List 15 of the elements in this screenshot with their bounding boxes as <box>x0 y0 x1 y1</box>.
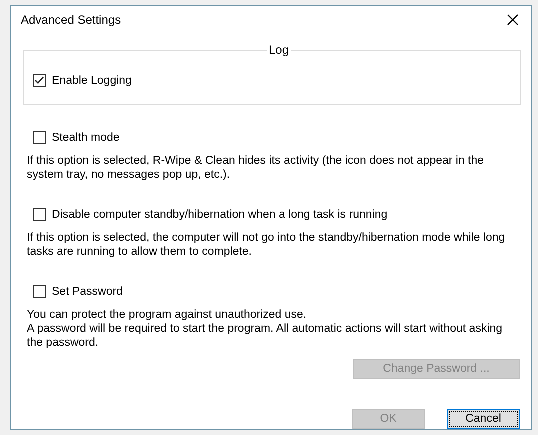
checkbox[interactable] <box>33 131 46 144</box>
option-description: If this option is selected, R-Wipe & Clean hides its activity (the icon does not appear in the system tray, no messages pop up, etc.). <box>27 154 486 182</box>
checkbox[interactable] <box>33 208 46 221</box>
checkbox-label: Enable Logging <box>52 74 132 86</box>
close-icon[interactable] <box>507 14 519 26</box>
option-description: You can protect the program against unauthorized use. A password will be required to start the program. All automatic actions will start without asking the password. <box>27 308 504 350</box>
checkbox-label: Set Password <box>52 286 123 298</box>
group-title: Log <box>267 43 292 57</box>
checkbox-label: Stealth mode <box>52 132 120 144</box>
checkbox[interactable] <box>33 285 46 298</box>
cancel-button[interactable]: Cancel <box>447 409 520 429</box>
checkbox-label: Disable computer standby/hibernation when a long task is running <box>52 208 388 220</box>
checkbox[interactable] <box>33 74 46 87</box>
window-title: Advanced Settings <box>21 13 122 27</box>
option-description: If this option is selected, the computer will not go into the standby/hibernation mode while long tasks are running to allow them to complete. <box>27 231 506 259</box>
